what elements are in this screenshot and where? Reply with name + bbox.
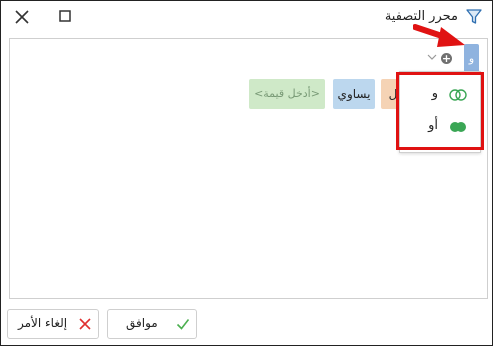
cancel-button[interactable]: إلغاء الأمر — [7, 309, 99, 339]
filter-icon — [466, 9, 482, 24]
chevron-down-icon[interactable] — [427, 52, 437, 62]
close-icon[interactable] — [13, 8, 31, 26]
check-icon — [176, 319, 190, 330]
ok-button[interactable]: موافق — [107, 309, 197, 339]
annotation-highlight-box — [396, 72, 484, 150]
condition-operator-chip[interactable]: يساوي — [333, 79, 375, 109]
ok-button-label: موافق — [126, 316, 158, 330]
add-circle-icon[interactable]: + — [441, 53, 452, 64]
cancel-button-label: إلغاء الأمر — [18, 316, 68, 330]
close-x-icon — [79, 318, 91, 330]
condition-value-chip[interactable]: <أدخل قيمة> — [249, 79, 325, 109]
filter-editor-window: محرر التصفية و + <أدخل قيمة> يساوي يل و … — [0, 0, 493, 346]
maximize-icon[interactable] — [59, 10, 72, 23]
annotation-arrow-icon — [413, 24, 465, 47]
